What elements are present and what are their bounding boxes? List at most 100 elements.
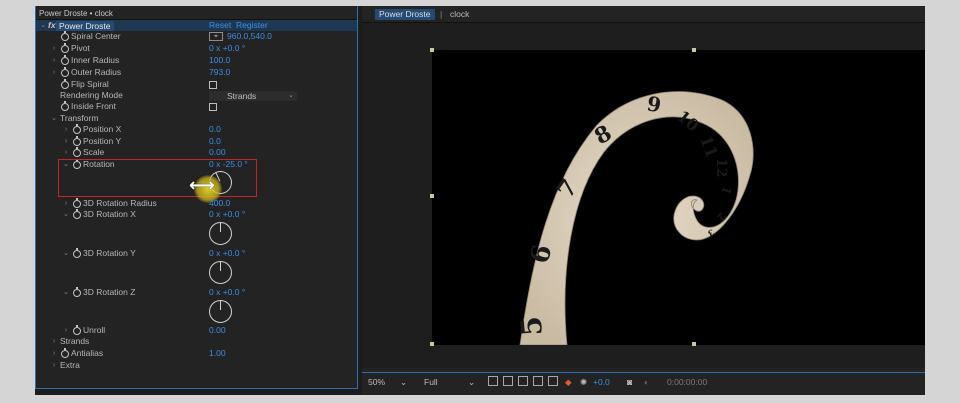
fx-icon[interactable]: fx [48,20,56,31]
composition-viewer[interactable]: 9 10 11 12 1 2 3 8 7 6 5 [362,23,925,368]
timecode[interactable]: 0:00:00:00 [667,377,707,387]
resolution-select[interactable]: Full [424,377,438,387]
param-rendering-mode[interactable]: Rendering Mode Strands ⌄ [36,90,357,101]
param-inner-radius[interactable]: › Inner Radius 100.0 [36,54,357,66]
param-outer-radius[interactable]: › Outer Radius 793.0 [36,66,357,78]
param-position-x[interactable]: › Position X 0.0 [36,123,357,135]
param-3d-rotation-x[interactable]: ⌄ 3D Rotation X 0 x +0.0 ° [36,208,357,220]
param-value[interactable]: 0.0 [209,136,221,147]
stopwatch-icon[interactable] [73,135,81,146]
collapse-arrow-icon[interactable]: ⌄ [39,20,47,31]
expand-arrow-icon[interactable]: › [50,336,58,347]
transparency-grid-icon[interactable] [503,376,513,386]
stopwatch-icon[interactable] [73,286,81,297]
collapse-arrow-icon[interactable]: ⌄ [50,113,58,124]
stopwatch-icon[interactable] [61,30,69,41]
stopwatch-icon[interactable] [73,324,81,335]
param-3d-rotation-z[interactable]: ⌄ 3D Rotation Z 0 x +0.0 ° [36,286,357,298]
expand-arrow-icon[interactable]: › [50,348,58,359]
exposure-icon[interactable]: ✺ [580,377,587,387]
rendering-mode-dropdown[interactable]: Strands ⌄ [209,90,297,101]
stopwatch-icon[interactable] [73,146,81,157]
composition-canvas[interactable]: 9 10 11 12 1 2 3 8 7 6 5 [432,50,925,345]
param-unroll[interactable]: › Unroll 0.00 [36,324,357,336]
expand-arrow-icon[interactable]: › [62,325,70,336]
stopwatch-icon[interactable] [73,123,81,134]
expand-arrow-icon[interactable]: › [62,147,70,158]
register-link[interactable]: Register [236,20,268,31]
param-value[interactable]: 0 x +0.0 ° [209,248,245,259]
effect-header-row[interactable]: ⌄ fx Power Droste Reset Register [36,20,357,31]
tab-power-droste[interactable]: Power Droste [375,9,435,20]
numeral: 1 [718,184,734,197]
param-position-y[interactable]: › Position Y 0.0 [36,135,357,147]
param-3d-rotation-y[interactable]: ⌄ 3D Rotation Y 0 x +0.0 ° [36,247,357,259]
rotation-x-dial[interactable] [209,222,232,245]
stopwatch-icon[interactable] [61,54,69,65]
zoom-select[interactable]: 50% [368,377,385,387]
param-3d-rotation-radius[interactable]: › 3D Rotation Radius 400.0 [36,197,357,209]
camera-icon[interactable]: ◙ [627,377,632,387]
inside-front-checkbox[interactable] [209,102,217,111]
tab-clock[interactable]: clock [450,9,469,20]
transform-handle[interactable] [692,342,696,346]
expand-arrow-icon[interactable]: › [50,55,58,66]
expand-arrow-icon[interactable]: › [50,67,58,78]
expand-arrow-icon[interactable]: › [50,360,58,371]
show-snapshot-icon[interactable]: ◐ [644,377,649,387]
param-inside-front[interactable]: Inside Front [36,100,357,112]
region-of-interest-icon[interactable] [533,376,543,386]
rotation-z-dial[interactable] [209,300,232,323]
param-value[interactable]: 1.00 [209,348,226,359]
transform-handle[interactable] [430,48,434,52]
chevron-down-icon[interactable]: ⌄ [400,377,407,387]
effect-name-label[interactable]: Power Droste [56,20,114,31]
param-value[interactable]: 0.00 [209,147,226,158]
param-value[interactable]: 0 x +0.0 ° [209,209,245,220]
param-value[interactable]: 400.0 [209,198,230,209]
param-pivot[interactable]: › Pivot 0 x +0.0 ° [36,42,357,54]
expand-arrow-icon[interactable]: › [62,124,70,135]
expand-arrow-icon[interactable]: › [62,136,70,147]
param-flip-spiral[interactable]: Flip Spiral [36,78,357,90]
transform-handle[interactable] [692,48,696,52]
collapse-arrow-icon[interactable]: ⌄ [62,248,70,259]
stopwatch-icon[interactable] [73,247,81,258]
param-value[interactable]: 793.0 [209,67,230,78]
transform-handle[interactable] [430,342,434,346]
stopwatch-icon[interactable] [61,347,69,358]
param-value[interactable]: 0 x +0.0 ° [209,287,245,298]
chevron-down-icon[interactable]: ⌄ [468,377,475,387]
stopwatch-icon[interactable] [61,100,69,111]
stopwatch-icon[interactable] [61,78,69,89]
param-spiral-center[interactable]: Spiral Center ⌖ 960.0,540.0 [36,30,357,42]
mask-visibility-icon[interactable] [518,376,528,386]
exposure-value[interactable]: +0.0 [593,377,610,387]
param-value[interactable]: 960.0,540.0 [227,31,272,42]
expand-arrow-icon[interactable]: › [62,198,70,209]
param-value[interactable]: 0.00 [209,325,226,336]
collapse-arrow-icon[interactable]: ⌄ [62,209,70,220]
collapse-arrow-icon[interactable]: ⌄ [62,287,70,298]
param-value[interactable]: 0.0 [209,124,221,135]
stopwatch-icon[interactable] [61,66,69,77]
reset-link[interactable]: Reset [209,20,231,31]
param-antialias[interactable]: › Antialias 1.00 [36,347,357,359]
crosshair-point-icon[interactable]: ⌖ [209,32,223,41]
guides-icon[interactable] [548,376,558,386]
fast-previews-icon[interactable] [488,376,498,386]
group-strands[interactable]: › Strands [36,336,357,347]
color-channel-icon[interactable]: ◆ [565,377,572,387]
stopwatch-icon[interactable] [73,197,81,208]
stopwatch-icon[interactable] [61,42,69,53]
rotation-y-dial[interactable] [209,261,232,284]
param-scale[interactable]: › Scale 0.00 [36,146,357,158]
expand-arrow-icon[interactable]: › [50,43,58,54]
flip-spiral-checkbox[interactable] [209,80,217,89]
param-value[interactable]: 0 x +0.0 ° [209,43,245,54]
transform-handle[interactable] [430,194,434,198]
group-extra[interactable]: › Extra [36,360,357,371]
stopwatch-icon[interactable] [73,208,81,219]
group-transform[interactable]: ⌄ Transform [36,113,357,124]
param-value[interactable]: 100.0 [209,55,230,66]
